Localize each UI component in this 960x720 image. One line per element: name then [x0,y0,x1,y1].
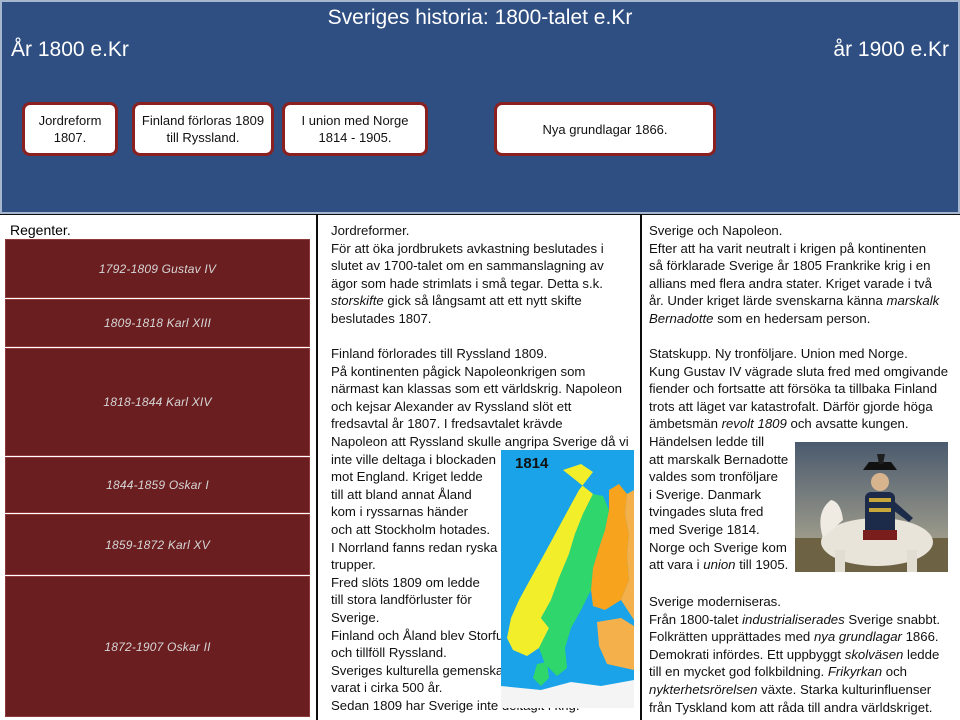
modern-text-part: Folkrätten upprättades med [649,629,814,645]
event-jordreform[interactable]: Jordreform 1807. [22,102,118,156]
reform-term: storskifte [331,293,384,309]
coup-text: trots att läget var katastrofalt. Därför… [649,398,933,414]
napoleon-text: allians med flera andra stater. Kriget v… [649,275,932,291]
modern-text-part: växte. Starka kulturinfluenser [757,681,932,697]
coup-text: ämbetsmän revolt 1809 och avsatte kungen… [649,415,948,433]
regent-karl-xiv[interactable]: 1818-1844 Karl XIV [5,348,310,456]
reform-text: ägor som hade strimlats i små tegar. Det… [331,275,603,291]
modern-text: Folkrätten upprättades med nya grundlaga… [649,628,940,646]
modern-text-part: ledde [903,646,940,662]
regent-karl-xiii[interactable]: 1809-1818 Karl XIII [5,299,310,347]
coup-text: Kung Gustav IV vägrade sluta fred med om… [649,363,949,379]
modern-section: Sverige moderniseras. Från 1800-talet in… [649,593,940,716]
regent-gustav-iv[interactable]: 1792-1809 Gustav IV [5,239,310,298]
coup-text: fiender och fortsatte att försöka ta til… [649,381,938,397]
coup-term: revolt 1809 [721,416,787,432]
reform-heading: Jordreformer. [331,223,410,238]
regent-karl-xv[interactable]: 1859-1872 Karl XV [5,514,310,575]
modern-text: från Tyskland kom att råda till andra vä… [649,699,933,715]
page-title: Sveriges historia: 1800-talet e.Kr [327,6,633,29]
event-label: Finland förloras 1809 [141,113,265,128]
modern-text: nykterhetsrörelsen växte. Starka kulturi… [649,681,940,699]
modern-text: Demokrati infördes. Ett uppbyggt skolväs… [649,646,940,664]
modern-term: industrialiserades [742,611,845,627]
timeline-end-year: år 1900 e.Kr [833,38,949,61]
napoleon-text: Efter att ha varit neutralt i krigen på … [649,240,927,256]
reform-text: För att öka jordbrukets avkastning beslu… [331,240,604,256]
modern-text-part: Från 1800-talet [649,611,743,627]
coup-term: union [703,557,736,573]
coup-text-part: ämbetsmän [649,416,722,432]
regent-oskar-ii[interactable]: 1872-1907 Oskar II [5,576,310,717]
event-label: till Ryssland. [166,130,240,145]
regents-list: 1792-1809 Gustav IV 1809-1818 Karl XIII … [5,239,310,717]
napoleon-section: Sverige och Napoleon. Efter att ha varit… [649,222,939,328]
bernadotte-portrait [795,442,948,572]
modern-term: nykterhetsrörelsen [649,681,758,697]
event-label: Nya grundlagar 1866. [542,121,668,137]
finland-text: närmast kan klassas som ett världskrig. … [331,381,622,397]
modern-text-part: Demokrati infördes. Ett uppbyggt [649,646,845,662]
finland-text: På kontinenten pågick Napoleonkrigen som [331,363,586,379]
coup-text-part: att vara i [649,557,704,573]
modern-heading: Sverige moderniseras. [649,594,781,609]
reform-text-rest: gick så långsamt att ett nytt skifte [383,293,582,309]
regents-heading: Regenter. [10,222,71,238]
modern-text-part: till en mycket god folkbildning. [649,664,828,680]
modern-text: till en mycket god folkbildning. Frikyrk… [649,663,940,681]
modern-text-part: och [882,664,908,680]
regent-oskar-i[interactable]: 1844-1859 Oskar I [5,457,310,513]
timeline-start-year: År 1800 e.Kr [11,38,129,61]
napoleon-text: Bernadotte som en hedersam person. [649,310,939,328]
scandinavia-map-1814: 1814 [501,450,634,708]
coup-heading: Statskupp. Ny tronföljare. Union med Nor… [649,346,908,361]
coup-text-part: och avsatte kungen. [786,416,909,432]
map-year-label: 1814 [515,455,549,472]
napoleon-term: marskalk [886,293,940,309]
reform-text: beslutades 1807. [331,310,432,326]
event-label: Jordreform [38,113,102,128]
napoleon-heading: Sverige och Napoleon. [649,223,783,238]
modern-text-part: Sverige snabbt. [844,611,941,627]
napoleon-text-part: år. Under kriget lärde svenskarna känna [649,293,887,309]
napoleon-term: Bernadotte [649,310,714,326]
event-union-norway[interactable]: I union med Norge 1814 - 1905. [282,102,428,156]
reform-section: Jordreformer. För att öka jordbrukets av… [331,222,604,328]
finland-text: och kejsar Alexander av Ryssland slöt et… [331,398,572,414]
modern-text-part: 1866. [901,629,939,645]
napoleon-text: så förklarade Sverige år 1805 Frankrike … [649,258,931,274]
modern-term: skolväsen [844,646,904,662]
napoleon-text: år. Under kriget lärde svenskarna känna … [649,292,939,310]
reform-text: slutet av 1700-talet om en sammanslagnin… [331,258,604,274]
finland-text: Napoleon att Ryssland skulle angripa Sve… [331,433,629,449]
reform-text: storskifte gick så långsamt att ett nytt… [331,292,604,310]
event-label: 1814 - 1905. [318,130,392,145]
coup-text-part: till 1905. [735,557,789,573]
finland-text: fredsavtal år 1807. I fredsavtalet krävd… [331,416,563,432]
napoleon-text-part: som en hedersam person. [713,310,871,326]
event-label: I union med Norge [301,113,409,128]
event-label: 1807. [53,130,87,145]
modern-text: Från 1800-talet industrialiserades Sveri… [649,611,940,629]
regents-panel: Regenter. 1792-1809 Gustav IV 1809-1818 … [0,215,316,720]
finland-heading: Finland förlorades till Ryssland 1809. [331,346,548,361]
modern-term: nya grundlagar [813,629,902,645]
modern-term: Frikyrkan [827,664,883,680]
event-new-constitution[interactable]: Nya grundlagar 1866. [494,102,716,156]
event-finland-lost[interactable]: Finland förloras 1809 till Ryssland. [132,102,274,156]
